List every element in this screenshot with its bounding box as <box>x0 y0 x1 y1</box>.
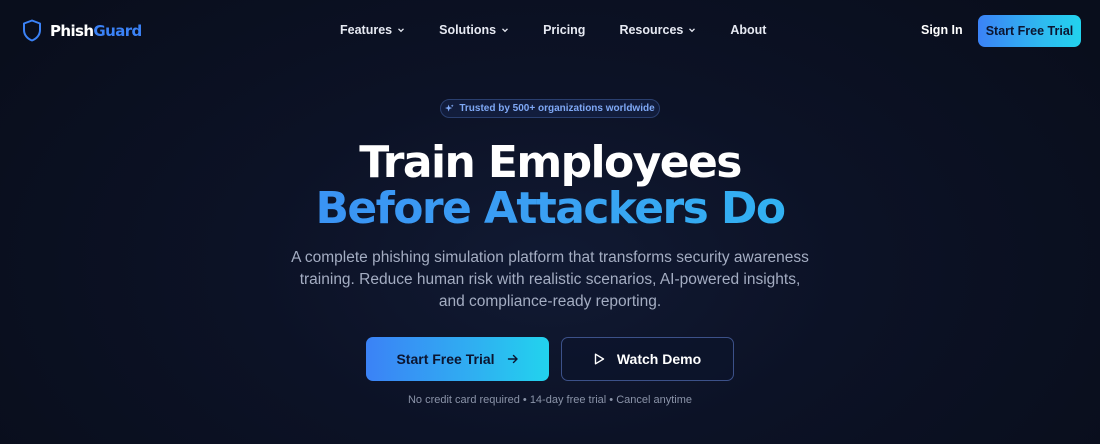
hero-title-line1: Train Employees <box>359 137 742 188</box>
sparkle-icon <box>445 104 454 112</box>
fine-print: No credit card required • 14-day free tr… <box>407 394 693 406</box>
nav-item-pricing[interactable]: Pricing <box>543 23 585 37</box>
brand-name-part2: Guard <box>93 21 142 40</box>
play-icon <box>594 353 605 365</box>
arrow-right-icon <box>507 354 518 364</box>
brand-name-part1: Phish <box>50 21 94 40</box>
top-nav: PhishGuard Features Solutions Pricing Re… <box>0 0 1100 62</box>
nav-item-label: Resources <box>619 23 684 37</box>
nav-item-label: Pricing <box>543 23 586 37</box>
hero-subtitle-line: and compliance-ready reporting. <box>438 293 662 310</box>
watch-demo-label: Watch Demo <box>616 351 702 367</box>
nav-start-trial-button[interactable]: Start Free Trial <box>978 15 1081 47</box>
start-free-trial-button[interactable]: Start Free Trial <box>366 337 549 381</box>
trust-badge: Trusted by 500+ organizations worldwide <box>440 99 660 118</box>
start-free-trial-label: Start Free Trial <box>396 351 495 367</box>
nav-item-resources[interactable]: Resources <box>619 23 696 37</box>
nav-item-solutions[interactable]: Solutions <box>439 23 509 37</box>
hero-subtitle-line: training. Reduce human risk with realist… <box>299 271 801 288</box>
nav-item-features[interactable]: Features <box>340 23 405 37</box>
brand-logo[interactable]: PhishGuard <box>22 19 142 42</box>
hero-subtitle-line: A complete phishing simulation platform … <box>291 249 809 266</box>
trust-badge-text: Trusted by 500+ organizations worldwide <box>459 103 655 114</box>
sign-in-link[interactable]: Sign In <box>921 23 963 37</box>
chevron-down-icon <box>689 28 696 33</box>
hero-title-line2: Before Attackers Do <box>0 187 1100 231</box>
main-menu: Features Solutions Pricing Resources Abo… <box>340 23 800 37</box>
nav-item-label: Solutions <box>439 23 497 37</box>
brand-name: PhishGuard <box>50 22 142 40</box>
chevron-down-icon <box>502 28 509 33</box>
nav-item-about[interactable]: About <box>730 23 766 37</box>
nav-item-label: Features <box>340 23 393 37</box>
nav-item-label: About <box>730 23 767 37</box>
watch-demo-button[interactable]: Watch Demo <box>561 337 734 381</box>
chevron-down-icon <box>398 28 405 33</box>
shield-icon <box>22 19 42 42</box>
